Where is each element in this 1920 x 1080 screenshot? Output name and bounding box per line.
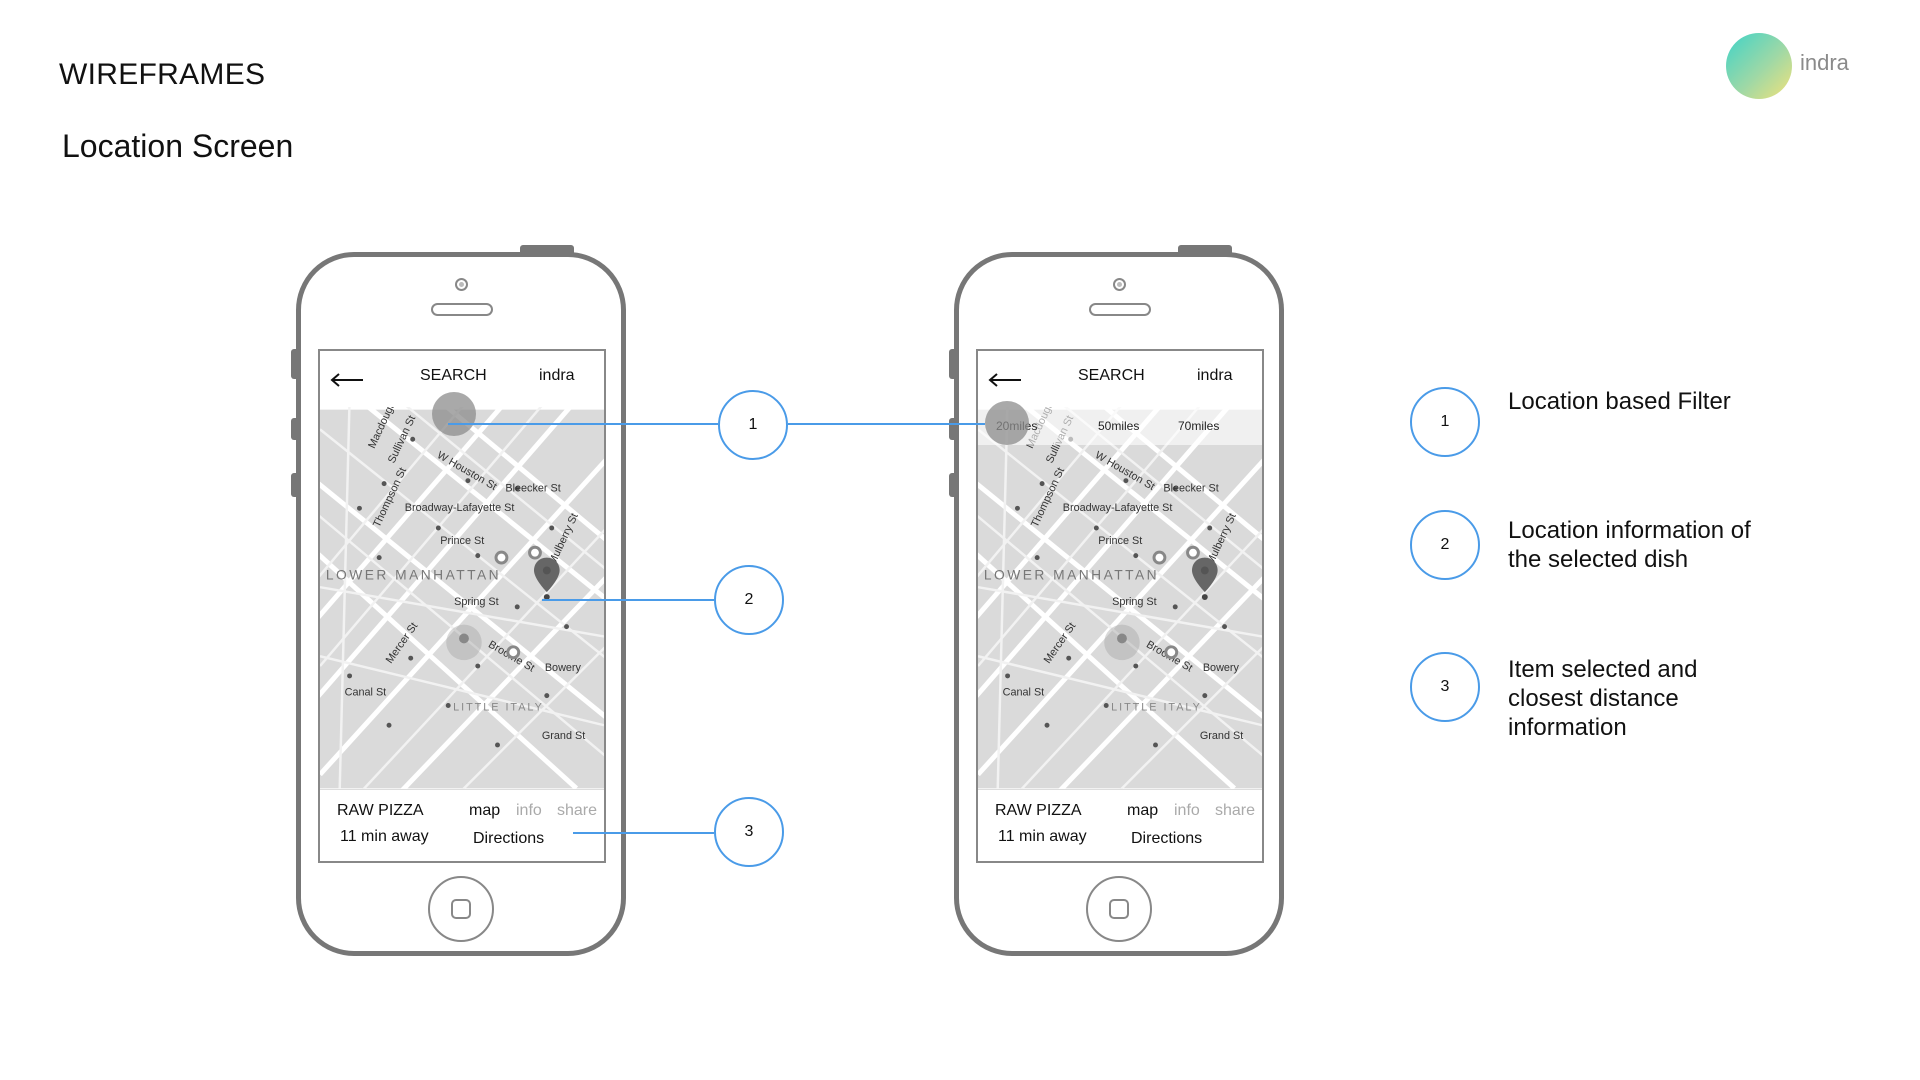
callout-marker-2: 2 (714, 565, 784, 635)
logo-mark (1726, 33, 1792, 99)
filter-70miles[interactable]: 70miles (1178, 419, 1219, 433)
tab-map[interactable]: map (469, 802, 500, 820)
map-label-little-italy: LITTLE ITALY (453, 701, 544, 713)
map-view[interactable]: LOWER MANHATTAN LITTLE ITALY Spring St P… (978, 407, 1262, 791)
map-label-broadway-lafayette: Broadway-Lafayette St (405, 502, 515, 514)
map-label-grand-st: Grand St (1200, 730, 1243, 742)
arrow-left-icon[interactable] (330, 371, 364, 389)
page-title: WIREFRAMES (59, 58, 266, 91)
map-label-broadway-lafayette: Broadway-Lafayette St (1063, 502, 1173, 514)
map-label-bowery: Bowery (1203, 662, 1240, 674)
item-distance: 11 min away (998, 828, 1087, 845)
map-label-little-italy: LITTLE ITALY (1111, 701, 1202, 713)
touch-indicator (432, 392, 476, 436)
search-label[interactable]: SEARCH (420, 367, 487, 385)
map-label-grand-st: Grand St (542, 730, 585, 742)
legend-text-3-line2: closest distance (1508, 685, 1679, 712)
callout-line-1 (448, 423, 718, 425)
home-square-icon (451, 899, 471, 919)
map-label-bowery: Bowery (545, 662, 582, 674)
search-label[interactable]: SEARCH (1078, 367, 1145, 385)
logo-text: indra (1800, 50, 1849, 75)
tab-info[interactable]: info (1174, 802, 1200, 820)
map-label-spring-st: Spring St (454, 596, 499, 608)
restaurant-icon (1164, 645, 1179, 660)
filter-50miles[interactable]: 50miles (1098, 419, 1139, 433)
tab-share[interactable]: share (557, 802, 597, 820)
callout-line-1b (788, 423, 985, 425)
legend-text-3: Item selected and closest distance infor… (1508, 655, 1697, 742)
restaurant-icon (494, 550, 509, 565)
legend-marker-1: 1 (1410, 387, 1480, 457)
camera-icon (1113, 278, 1126, 291)
bottom-info-bar: RAW PIZZA 11 min away map info share Dir… (978, 789, 1262, 861)
item-distance: 11 min away (340, 828, 429, 845)
legend-marker-2: 2 (1410, 510, 1480, 580)
legend-text-1: Location based Filter (1508, 388, 1731, 415)
callout-marker-3: 3 (714, 797, 784, 867)
legend-text-2: Location information of the selected dis… (1508, 516, 1751, 574)
speaker-icon (1089, 303, 1151, 316)
item-title[interactable]: RAW PIZZA (995, 802, 1082, 820)
restaurant-icon (528, 545, 542, 560)
location-dot-icon (1117, 633, 1127, 644)
callout-line-3 (573, 832, 714, 834)
legend-text-3-line3: information (1508, 714, 1627, 741)
callout-line-2 (542, 599, 714, 601)
directions-button[interactable]: Directions (1131, 830, 1202, 848)
brand-label: indra (1197, 367, 1233, 384)
map-label-canal-st: Canal St (1003, 687, 1045, 699)
tab-share[interactable]: share (1215, 802, 1255, 820)
callout-marker-1: 1 (718, 390, 788, 460)
legend-marker-3: 3 (1410, 652, 1480, 722)
bottom-info-bar: RAW PIZZA 11 min away map info share Dir… (320, 789, 604, 861)
legend-text-3-line1: Item selected and (1508, 656, 1698, 683)
directions-button[interactable]: Directions (473, 830, 544, 848)
home-button[interactable] (1086, 876, 1152, 942)
map-label-bleecker-st: Bleecker St (1163, 483, 1218, 495)
map-label-lower-manhattan: LOWER MANHATTAN (984, 567, 1159, 582)
arrow-left-icon[interactable] (988, 371, 1022, 389)
tab-info[interactable]: info (516, 802, 542, 820)
camera-icon (455, 278, 468, 291)
top-bar: SEARCH indra (978, 351, 1262, 407)
map-label-prince-st: Prince St (440, 535, 484, 547)
map-label-bleecker-st: Bleecker St (505, 483, 560, 495)
touch-indicator (985, 401, 1029, 445)
home-button[interactable] (428, 876, 494, 942)
map-label-canal-st: Canal St (345, 687, 387, 699)
restaurant-icon (1186, 545, 1200, 560)
map-label-lower-manhattan: LOWER MANHATTAN (326, 567, 501, 582)
legend-text-2-line2: the selected dish (1508, 546, 1689, 573)
item-title[interactable]: RAW PIZZA (337, 802, 424, 820)
restaurant-icon (506, 645, 521, 660)
map-label-spring-st: Spring St (1112, 596, 1157, 608)
speaker-icon (431, 303, 493, 316)
map-label-prince-st: Prince St (1098, 535, 1142, 547)
restaurant-icon (1152, 550, 1167, 565)
home-square-icon (1109, 899, 1129, 919)
page-subtitle: Location Screen (62, 128, 294, 164)
legend-text-2-line1: Location information of (1508, 517, 1751, 544)
tab-map[interactable]: map (1127, 802, 1158, 820)
brand-label: indra (539, 367, 575, 384)
location-dot-icon (459, 633, 469, 644)
